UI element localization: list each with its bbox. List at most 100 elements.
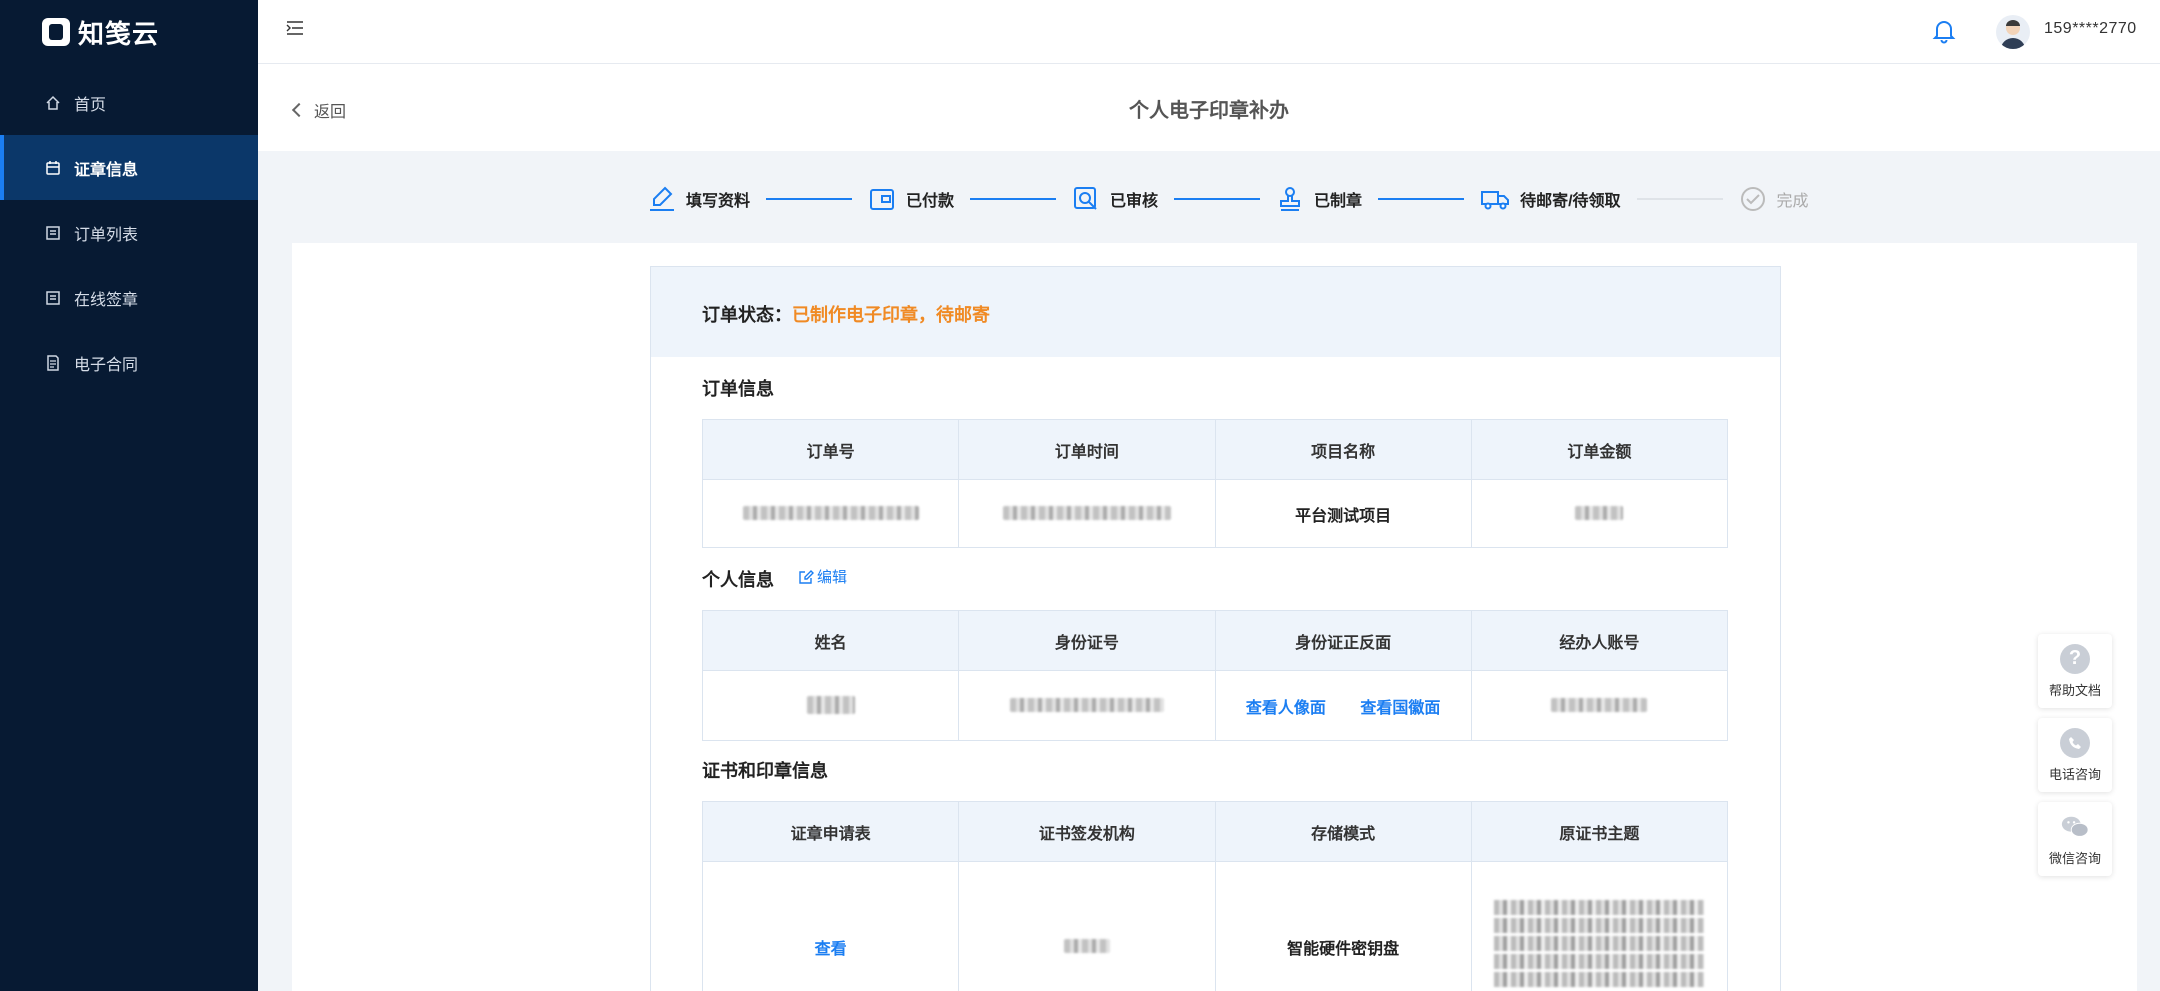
order-info-table: 订单号 订单时间 项目名称 订单金额 平台测试项目 bbox=[701, 419, 1729, 548]
redacted-value bbox=[806, 696, 855, 715]
tool-label: 帮助文档 bbox=[2048, 682, 2101, 698]
table-header: 存储模式 bbox=[1214, 801, 1472, 862]
calendar-icon bbox=[44, 160, 62, 176]
edit-icon bbox=[799, 569, 814, 584]
sign-icon bbox=[44, 290, 62, 306]
personal-info-title: 个人信息 bbox=[702, 570, 774, 590]
list-icon bbox=[44, 225, 62, 241]
redacted-value bbox=[1009, 698, 1164, 713]
name-cell bbox=[701, 670, 960, 741]
table-header: 姓名 bbox=[701, 610, 960, 671]
table-header: 经办人账号 bbox=[1470, 610, 1729, 671]
sidebar-item-home[interactable]: 首页 bbox=[0, 70, 258, 135]
table-header: 证书签发机构 bbox=[958, 801, 1216, 862]
original-subject-cell bbox=[1470, 861, 1729, 991]
contract-icon bbox=[44, 354, 62, 371]
project-name-cell: 平台测试项目 bbox=[1214, 479, 1472, 548]
table-header: 原证书主题 bbox=[1470, 801, 1729, 862]
tool-label: 微信咨询 bbox=[2048, 850, 2101, 866]
menu-toggle-icon[interactable] bbox=[286, 20, 306, 40]
table-header: 身份证号 bbox=[958, 610, 1216, 671]
redacted-value bbox=[1494, 898, 1705, 990]
content-card: 订单状态：已制作电子印章，待邮寄 订单信息 订单号 订单时间 项目名称 订单金额… bbox=[292, 243, 2137, 991]
step-connector bbox=[1174, 198, 1261, 200]
truck-icon bbox=[1481, 191, 1510, 210]
id-card-cell: 查看人像面 查看国徽面 bbox=[1214, 670, 1472, 741]
redacted-value bbox=[742, 506, 919, 521]
sidebar-item-label: 订单列表 bbox=[74, 226, 139, 244]
step-connector bbox=[766, 198, 853, 200]
logo-text: 知笺云 bbox=[78, 18, 160, 49]
step-label: 已审核 bbox=[1110, 193, 1159, 210]
table-header: 证章申请表 bbox=[701, 801, 960, 862]
bell-icon[interactable] bbox=[1932, 18, 1956, 44]
table-header: 订单时间 bbox=[958, 419, 1216, 480]
phone-consult-button[interactable]: 电话咨询 bbox=[2038, 718, 2112, 792]
order-status: 订单状态：已制作电子印章，待邮寄 bbox=[702, 301, 990, 327]
cert-info-title: 证书和印章信息 bbox=[702, 761, 828, 781]
wallet-icon bbox=[870, 189, 895, 210]
view-form-link[interactable]: 查看 bbox=[815, 941, 847, 958]
personal-info-table: 姓名 身份证号 身份证正反面 经办人账号 查看人像面 查看国徽面 bbox=[701, 610, 1729, 741]
question-icon: ? bbox=[2060, 643, 2090, 674]
step-label: 已制章 bbox=[1314, 193, 1363, 210]
check-circle-icon bbox=[1740, 187, 1765, 211]
order-number-cell bbox=[701, 479, 960, 548]
edit-button[interactable]: 编辑 bbox=[798, 566, 847, 587]
app-logo[interactable]: 知笺云 bbox=[42, 16, 160, 49]
table-header: 订单金额 bbox=[1470, 419, 1729, 480]
page-titlebar: 返回 个人电子印章补办 bbox=[258, 64, 2160, 151]
step-connector bbox=[1378, 198, 1465, 200]
sidebar-item-seal-info[interactable]: 证章信息 bbox=[0, 135, 258, 200]
order-detail-panel: 订单状态：已制作电子印章，待邮寄 订单信息 订单号 订单时间 项目名称 订单金额… bbox=[650, 266, 1781, 991]
table-header: 身份证正反面 bbox=[1214, 610, 1472, 671]
sidebar-item-label: 首页 bbox=[74, 96, 107, 114]
step-shipping: 待邮寄/待领取 bbox=[1480, 185, 1621, 213]
wechat-consult-button[interactable]: 微信咨询 bbox=[2038, 802, 2112, 876]
table-header: 项目名称 bbox=[1214, 419, 1472, 480]
table-row: 平台测试项目 bbox=[701, 479, 1729, 548]
view-id-front-link[interactable]: 查看人像面 bbox=[1246, 700, 1326, 717]
stamp-icon bbox=[1280, 187, 1301, 211]
step-stamp-made: 已制章 bbox=[1276, 185, 1362, 213]
top-header: 159****2770 bbox=[258, 0, 2160, 64]
issuer-cell bbox=[958, 861, 1216, 991]
step-connector bbox=[1636, 198, 1723, 200]
avatar[interactable] bbox=[1996, 15, 2030, 49]
sidebar-item-online-sign[interactable]: 在线签章 bbox=[0, 265, 258, 330]
step-label: 完成 bbox=[1776, 193, 1809, 210]
order-status-value: 已制作电子印章，待邮寄 bbox=[792, 305, 990, 325]
order-info-title: 订单信息 bbox=[702, 379, 774, 399]
step-connector bbox=[970, 198, 1057, 200]
sidebar-item-orders[interactable]: 订单列表 bbox=[0, 200, 258, 265]
page-title: 个人电子印章补办 bbox=[1129, 100, 1289, 122]
redacted-value bbox=[1551, 698, 1648, 713]
cert-info-table: 证章申请表 证书签发机构 存储模式 原证书主题 查看 智能硬件密钥盘 bbox=[701, 801, 1729, 991]
step-reviewed: 已审核 bbox=[1072, 185, 1158, 213]
operator-account-cell bbox=[1470, 670, 1729, 741]
home-icon bbox=[44, 95, 62, 111]
step-complete: 完成 bbox=[1739, 185, 1809, 213]
sidebar-item-label: 电子合同 bbox=[74, 356, 139, 374]
step-label: 填写资料 bbox=[686, 193, 751, 210]
redacted-value bbox=[1002, 506, 1171, 521]
pen-icon bbox=[650, 186, 674, 211]
order-time-cell bbox=[958, 479, 1216, 548]
table-row: 查看 智能硬件密钥盘 bbox=[701, 861, 1729, 991]
sidebar-item-contracts[interactable]: 电子合同 bbox=[0, 330, 258, 395]
sidebar: 知笺云 首页 证章信息 订单列表 在线签章 电子合同 bbox=[0, 0, 258, 991]
user-account-name[interactable]: 159****2770 bbox=[2044, 20, 2137, 38]
order-status-bar: 订单状态：已制作电子印章，待邮寄 bbox=[651, 267, 1780, 357]
application-form-cell: 查看 bbox=[701, 861, 960, 991]
view-id-back-link[interactable]: 查看国徽面 bbox=[1360, 700, 1440, 717]
step-label: 已付款 bbox=[906, 193, 955, 210]
logo-mark-icon bbox=[42, 18, 70, 46]
phone-icon bbox=[2060, 727, 2090, 758]
step-fill-info: 填写资料 bbox=[648, 185, 750, 213]
help-docs-button[interactable]: ? 帮助文档 bbox=[2038, 634, 2112, 708]
table-header: 订单号 bbox=[701, 419, 960, 480]
tool-label: 电话咨询 bbox=[2048, 766, 2101, 782]
review-icon bbox=[1074, 187, 1097, 210]
edit-label: 编辑 bbox=[817, 569, 848, 586]
step-paid: 已付款 bbox=[868, 185, 954, 213]
